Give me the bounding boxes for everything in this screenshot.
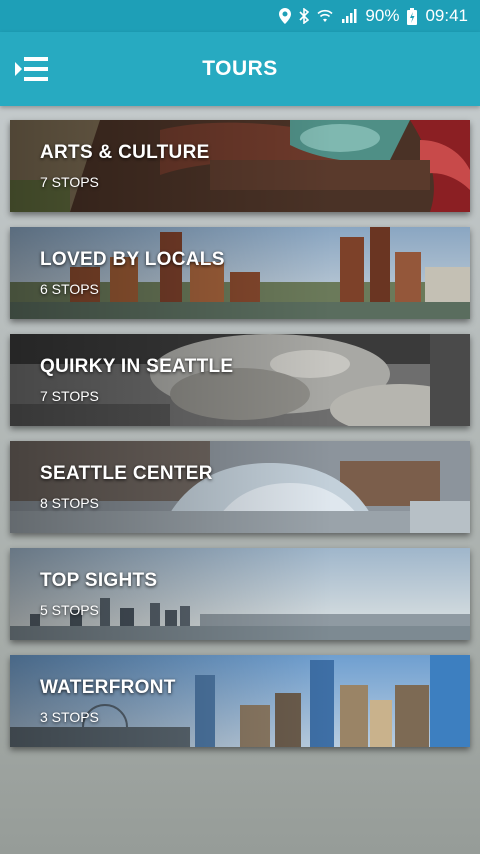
location-icon (279, 8, 292, 24)
wifi-icon (317, 9, 333, 23)
tour-list: ARTS & CULTURE 7 STOPS LOVED BY LOCALS 6… (10, 120, 470, 762)
card-overlay (10, 655, 470, 747)
tour-title: ARTS & CULTURE (40, 142, 210, 163)
card-overlay (10, 120, 470, 212)
signal-icon (341, 9, 357, 23)
menu-icon (15, 57, 48, 81)
tour-card-waterfront[interactable]: WATERFRONT 3 STOPS (10, 655, 470, 747)
tour-title: QUIRKY IN SEATTLE (40, 356, 234, 377)
tour-stops: 8 STOPS (40, 495, 99, 511)
tour-title: WATERFRONT (40, 677, 176, 698)
tour-stops: 7 STOPS (40, 388, 99, 404)
card-overlay (10, 227, 470, 319)
tour-title: LOVED BY LOCALS (40, 249, 225, 270)
tour-title: SEATTLE CENTER (40, 463, 213, 484)
battery-icon (407, 7, 418, 25)
page-title: TOURS (202, 57, 278, 80)
app-bar: TOURS (0, 32, 480, 106)
card-overlay (10, 548, 470, 640)
bluetooth-icon (299, 8, 310, 24)
tour-card-loved-by-locals[interactable]: LOVED BY LOCALS 6 STOPS (10, 227, 470, 319)
clock: 09:41 (425, 6, 468, 25)
tour-card-top-sights[interactable]: TOP SIGHTS 5 STOPS (10, 548, 470, 640)
battery-percent: 90% (365, 6, 400, 25)
tour-stops: 5 STOPS (40, 602, 99, 618)
status-bar: 90% 09:41 (0, 0, 480, 32)
card-overlay (10, 334, 470, 426)
tour-card-seattle-center[interactable]: SEATTLE CENTER 8 STOPS (10, 441, 470, 533)
menu-button[interactable] (14, 54, 50, 84)
card-overlay (10, 441, 470, 533)
tour-title: TOP SIGHTS (40, 570, 158, 591)
tour-stops: 3 STOPS (40, 709, 99, 725)
tour-card-quirky-in-seattle[interactable]: QUIRKY IN SEATTLE 7 STOPS (10, 334, 470, 426)
tour-stops: 7 STOPS (40, 174, 99, 190)
tour-stops: 6 STOPS (40, 281, 99, 297)
tour-card-arts-culture[interactable]: ARTS & CULTURE 7 STOPS (10, 120, 470, 212)
